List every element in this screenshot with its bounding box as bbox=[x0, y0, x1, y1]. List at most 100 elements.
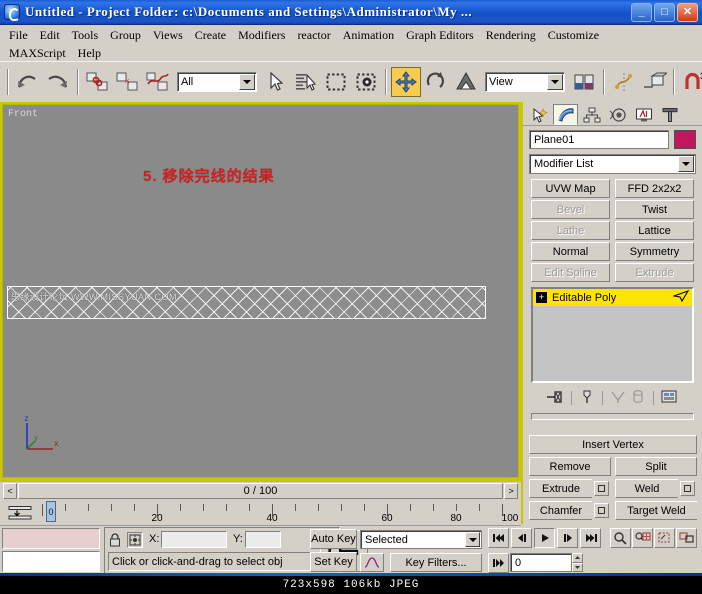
selection-lock-icon[interactable] bbox=[109, 533, 121, 547]
target-weld-button[interactable]: Target Weld bbox=[615, 501, 697, 520]
open-mini-curve-editor-icon[interactable] bbox=[8, 505, 32, 521]
key-mode-toggle-icon[interactable] bbox=[488, 553, 509, 573]
object-name-field[interactable]: Plane01 bbox=[529, 130, 669, 149]
zoom-extents-icon[interactable] bbox=[654, 528, 675, 548]
utilities-tab[interactable] bbox=[657, 104, 682, 125]
next-frame-icon[interactable] bbox=[557, 528, 578, 548]
current-frame-indicator[interactable]: 0 / 100 bbox=[18, 483, 503, 499]
undo-icon[interactable] bbox=[13, 67, 43, 97]
prev-frame-arrow[interactable]: < bbox=[3, 483, 17, 499]
menu-group[interactable]: Group bbox=[104, 28, 147, 43]
maxscript-listener-input[interactable] bbox=[2, 551, 100, 572]
spinner-down-icon[interactable] bbox=[572, 563, 583, 573]
redo-icon[interactable] bbox=[43, 67, 73, 97]
hierarchy-tab[interactable] bbox=[579, 104, 604, 125]
chevron-down-icon[interactable] bbox=[465, 532, 480, 547]
time-cursor[interactable]: 0 bbox=[46, 501, 56, 522]
chevron-down-icon[interactable] bbox=[239, 74, 255, 90]
snaps-toggle-icon[interactable]: 3 bbox=[679, 67, 702, 97]
mirror-icon[interactable] bbox=[609, 67, 639, 97]
weld-button[interactable]: Weld bbox=[615, 479, 678, 498]
menu-rendering[interactable]: Rendering bbox=[480, 28, 542, 43]
play-animation-icon[interactable] bbox=[534, 528, 555, 548]
zoom-icon[interactable] bbox=[610, 528, 631, 548]
stack-item-editable-poly[interactable]: + Editable Poly bbox=[533, 289, 692, 306]
maxscript-listener-output[interactable] bbox=[2, 528, 100, 549]
menu-reactor[interactable]: reactor bbox=[291, 28, 336, 43]
modifier-lathe-button[interactable]: Lathe bbox=[531, 221, 610, 240]
menu-graph-editors[interactable]: Graph Editors bbox=[400, 28, 480, 43]
modifier-symmetry-button[interactable]: Symmetry bbox=[615, 242, 694, 261]
chamfer-settings-icon[interactable] bbox=[594, 503, 609, 518]
goto-end-icon[interactable] bbox=[580, 528, 601, 548]
goto-start-icon[interactable] bbox=[488, 528, 509, 548]
menu-file[interactable]: File bbox=[3, 28, 34, 43]
modifier-extrude-button[interactable]: Extrude bbox=[615, 263, 694, 282]
chevron-down-icon[interactable] bbox=[547, 74, 563, 90]
modifier-twist-button[interactable]: Twist bbox=[615, 200, 694, 219]
chevron-down-icon[interactable] bbox=[678, 156, 694, 172]
chamfer-button[interactable]: Chamfer bbox=[529, 501, 592, 520]
parameter-curve-out-of-range-icon[interactable] bbox=[360, 553, 384, 572]
make-unique-icon[interactable] bbox=[610, 389, 626, 408]
menu-edit[interactable]: Edit bbox=[34, 28, 66, 43]
motion-tab[interactable] bbox=[605, 104, 630, 125]
zoom-region-icon[interactable] bbox=[676, 528, 697, 548]
weld-settings-icon[interactable] bbox=[680, 481, 695, 496]
modifier-normal-button[interactable]: Normal bbox=[531, 242, 610, 261]
absolute-relative-transform-icon[interactable] bbox=[127, 532, 143, 548]
select-and-rotate-icon[interactable] bbox=[421, 67, 451, 97]
show-end-result-icon[interactable] bbox=[579, 389, 595, 408]
spinner-up-icon[interactable] bbox=[572, 553, 583, 563]
reference-coordinate-system-combo[interactable]: View bbox=[485, 72, 565, 92]
maximize-button[interactable]: □ bbox=[654, 3, 675, 22]
modifier-edit-spline-button[interactable]: Edit Spline bbox=[531, 263, 610, 282]
bind-to-space-warp-icon[interactable] bbox=[143, 67, 173, 97]
select-object-icon[interactable] bbox=[261, 67, 291, 97]
menu-modifiers[interactable]: Modifiers bbox=[232, 28, 291, 43]
remove-button[interactable]: Remove bbox=[529, 457, 611, 476]
modifier-uvw-map-button[interactable]: UVW Map bbox=[531, 179, 610, 198]
configure-modifier-sets-icon[interactable] bbox=[661, 389, 679, 408]
menu-maxscript[interactable]: MAXScript bbox=[3, 46, 72, 61]
window-crossing-toggle-icon[interactable] bbox=[351, 67, 381, 97]
extrude-button[interactable]: Extrude bbox=[529, 479, 592, 498]
front-viewport[interactable]: Front 5. 移除完线的结果 思缘设计论坛 WWW.MISSYUAN.COM… bbox=[2, 104, 519, 478]
frame-spinner[interactable] bbox=[572, 553, 583, 572]
current-frame-field[interactable]: 0 bbox=[510, 553, 572, 572]
menu-help[interactable]: Help bbox=[72, 46, 107, 61]
align-icon[interactable] bbox=[639, 67, 669, 97]
viewport-label[interactable]: Front bbox=[8, 109, 38, 120]
menu-views[interactable]: Views bbox=[147, 28, 189, 43]
x-coordinate-field[interactable] bbox=[161, 531, 227, 548]
select-and-scale-icon[interactable] bbox=[451, 67, 481, 97]
menu-animation[interactable]: Animation bbox=[337, 28, 400, 43]
key-filters-button[interactable]: Key Filters... bbox=[390, 553, 482, 572]
panel-scroll-divider[interactable] bbox=[531, 413, 694, 420]
menu-create[interactable]: Create bbox=[189, 28, 232, 43]
set-key-button[interactable]: Set Key bbox=[310, 552, 357, 572]
track-bar[interactable]: 20 40 60 80 100 0 bbox=[0, 500, 521, 526]
expand-plus-icon[interactable]: + bbox=[536, 292, 547, 303]
object-color-swatch[interactable] bbox=[674, 130, 696, 149]
select-and-move-icon[interactable] bbox=[391, 67, 421, 97]
modifier-list-dropdown[interactable]: Modifier List bbox=[529, 154, 696, 174]
extrude-settings-icon[interactable] bbox=[594, 481, 609, 496]
remove-modifier-icon[interactable] bbox=[630, 389, 646, 408]
insert-vertex-button[interactable]: Insert Vertex bbox=[529, 435, 697, 454]
modifier-lattice-button[interactable]: Lattice bbox=[615, 221, 694, 240]
rectangular-selection-region-icon[interactable] bbox=[321, 67, 351, 97]
selection-filter-combo[interactable]: All bbox=[177, 72, 257, 92]
next-frame-arrow[interactable]: > bbox=[504, 483, 518, 499]
auto-key-button[interactable]: Auto Key bbox=[310, 529, 357, 549]
zoom-all-viewports-icon[interactable] bbox=[632, 528, 653, 548]
create-tab[interactable] bbox=[527, 104, 552, 125]
menu-tools[interactable]: Tools bbox=[66, 28, 105, 43]
modify-tab[interactable] bbox=[553, 104, 578, 125]
display-tab[interactable] bbox=[631, 104, 656, 125]
unlink-selection-icon[interactable] bbox=[113, 67, 143, 97]
prev-frame-icon[interactable] bbox=[511, 528, 532, 548]
minimize-button[interactable]: _ bbox=[631, 3, 652, 22]
select-by-name-icon[interactable] bbox=[291, 67, 321, 97]
use-pivot-point-center-icon[interactable] bbox=[569, 67, 599, 97]
